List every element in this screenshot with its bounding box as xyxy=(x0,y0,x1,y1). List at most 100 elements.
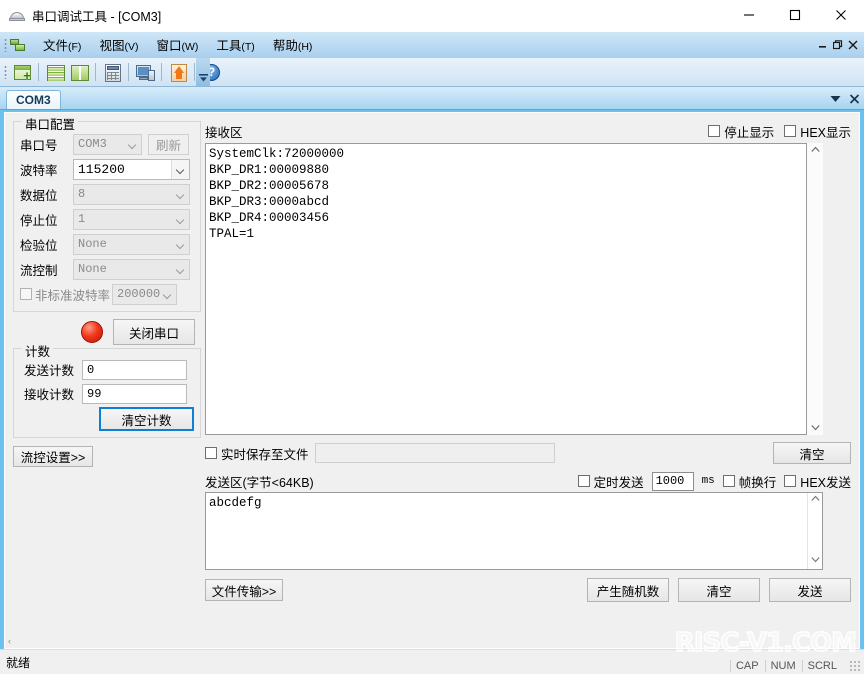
random-data-button[interactable]: 产生随机数 xyxy=(587,578,669,602)
send-textarea[interactable]: abcdefg xyxy=(205,492,823,570)
receive-options: 停止显示 HEX显示 xyxy=(708,122,851,141)
send-header: 发送区(字节<64KB) 定时发送 1000 ms 帧换行 HEX发送 xyxy=(205,470,851,492)
nonstandard-baud-checkbox[interactable] xyxy=(20,288,32,300)
interval-unit-label: ms xyxy=(701,475,715,487)
toolbar-separator xyxy=(128,63,129,81)
scroll-down-icon[interactable] xyxy=(810,423,820,435)
tab-list-dropdown-icon[interactable] xyxy=(830,95,841,106)
clear-counters-button[interactable]: 清空计数 xyxy=(99,407,194,431)
stop-display-checkbox[interactable] xyxy=(708,125,721,137)
send-count-field[interactable]: 0 xyxy=(82,359,187,380)
serial-config-group: 串口配置 串口号 COM3 刷新 波特率 115200 数据位 8 停止位 1 … xyxy=(13,114,201,312)
menu-item-help[interactable]: 帮助(H) xyxy=(264,32,322,58)
refresh-button[interactable]: 刷新 xyxy=(148,133,189,155)
timed-send-option[interactable]: 定时发送 xyxy=(577,472,644,491)
app-menu-icon[interactable] xyxy=(10,37,26,53)
stopbits-label: 停止位 xyxy=(20,213,58,228)
receive-scrollbar[interactable] xyxy=(807,143,823,435)
window-controls xyxy=(726,0,864,30)
stopbits-select[interactable]: 1 xyxy=(73,208,190,230)
hex-send-checkbox[interactable] xyxy=(784,475,797,487)
parity-select[interactable]: None xyxy=(73,233,190,255)
flow-settings-button[interactable]: 流控设置>> xyxy=(13,446,93,467)
send-button[interactable]: 发送 xyxy=(769,578,851,602)
toolbar-overflow-button[interactable] xyxy=(196,58,210,86)
scroll-left-icon[interactable]: ‹ xyxy=(5,636,14,646)
chevron-down-icon xyxy=(172,185,189,204)
tab-close-icon[interactable] xyxy=(849,94,860,107)
recv-count-label: 接收计数 xyxy=(24,388,75,402)
nonstandard-baud-select[interactable]: 200000 xyxy=(112,283,178,305)
calculator-icon[interactable] xyxy=(101,61,123,83)
scroll-up-icon[interactable] xyxy=(810,143,820,155)
flowcontrol-select[interactable]: None xyxy=(73,258,190,280)
resize-grip[interactable] xyxy=(849,660,861,672)
baudrate-label: 波特率 xyxy=(20,163,58,178)
tab-bar-controls xyxy=(830,94,860,107)
scroll-right-icon[interactable]: › xyxy=(850,636,859,646)
receive-line: SystemClk:72000000 xyxy=(209,147,345,161)
send-scrollbar[interactable] xyxy=(807,493,822,569)
save-path-input[interactable] xyxy=(314,443,555,463)
application-window: 串口调试工具 - [COM3] 文件(F) 视图(V) 窗口(W) 工具(T) … xyxy=(0,0,864,674)
minimize-button[interactable] xyxy=(726,0,772,30)
databits-select[interactable]: 8 xyxy=(73,183,190,205)
menu-item-view[interactable]: 视图(V) xyxy=(90,32,147,58)
chevron-down-icon xyxy=(171,159,189,179)
hex-display-option[interactable]: HEX显示 xyxy=(784,122,851,141)
mdi-minimize-button[interactable] xyxy=(815,35,830,55)
nonstandard-baud-label: 非标准波特率 xyxy=(35,288,111,303)
maximize-button[interactable] xyxy=(772,0,818,30)
chevron-down-icon xyxy=(172,210,189,229)
frame-newline-label: 帧换行 xyxy=(738,475,777,490)
baudrate-select[interactable]: 115200 xyxy=(73,158,190,180)
stop-display-option[interactable]: 停止显示 xyxy=(708,122,774,141)
port-select[interactable]: COM3 xyxy=(73,133,142,155)
window-title: 串口调试工具 - [COM3] xyxy=(32,9,162,24)
scroll-up-icon[interactable] xyxy=(810,493,820,508)
send-count-label: 发送计数 xyxy=(24,364,75,378)
toolbar-drag-grip[interactable] xyxy=(4,65,7,79)
mdi-client-area: 串口配置 串口号 COM3 刷新 波特率 115200 数据位 8 停止位 1 … xyxy=(0,110,864,649)
status-message: 就绪 xyxy=(6,655,31,670)
chevron-down-icon xyxy=(172,235,189,254)
toolbar-separator xyxy=(194,63,195,81)
mdi-horizontal-scrollbar[interactable]: ‹ › xyxy=(4,634,860,649)
chevron-down-icon xyxy=(159,285,176,304)
save-to-file-checkbox[interactable] xyxy=(205,447,217,459)
monitor-icon[interactable] xyxy=(134,61,156,83)
menu-item-tools[interactable]: 工具(T) xyxy=(207,32,263,58)
close-button[interactable] xyxy=(818,0,864,30)
frame-newline-checkbox[interactable] xyxy=(722,475,735,487)
scroll-down-icon[interactable] xyxy=(810,554,820,569)
parity-label: 检验位 xyxy=(20,238,58,253)
tab-com3[interactable]: COM3 xyxy=(6,90,61,109)
toolbar-separator xyxy=(161,63,162,81)
receive-line: BKP_DR2:00005678 xyxy=(209,179,330,193)
tile-horizontal-icon[interactable] xyxy=(44,61,66,83)
tile-vertical-icon[interactable] xyxy=(68,61,90,83)
frame-newline-option[interactable]: 帧换行 xyxy=(722,472,777,491)
receive-line: BKP_DR4:00003456 xyxy=(209,211,330,225)
clear-send-button[interactable]: 清空 xyxy=(678,578,760,602)
hex-send-label: HEX发送 xyxy=(800,475,851,490)
mdi-close-button[interactable] xyxy=(845,35,860,55)
receive-textarea[interactable]: SystemClk:72000000 BKP_DR1:00009880 BKP_… xyxy=(205,143,807,435)
hex-display-checkbox[interactable] xyxy=(784,125,797,137)
timed-send-checkbox[interactable] xyxy=(577,475,590,487)
menu-drag-grip[interactable] xyxy=(4,38,7,52)
hex-send-option[interactable]: HEX发送 xyxy=(784,472,851,491)
menu-item-window[interactable]: 窗口(W) xyxy=(147,32,207,58)
mdi-restore-button[interactable] xyxy=(830,35,845,55)
close-port-button[interactable]: 关闭串口 xyxy=(113,319,195,345)
upload-icon[interactable] xyxy=(167,61,189,83)
menu-item-file[interactable]: 文件(F) xyxy=(34,32,90,58)
serial-tool-icon xyxy=(9,7,25,23)
recv-count-field[interactable]: 99 xyxy=(82,383,187,404)
send-interval-input[interactable]: 1000 xyxy=(651,471,694,491)
save-to-file-label: 实时保存至文件 xyxy=(221,447,309,462)
clear-receive-button[interactable]: 清空 xyxy=(773,442,851,464)
file-transfer-button[interactable]: 文件传输>> xyxy=(205,579,283,601)
serial-config-legend: 串口配置 xyxy=(22,114,79,133)
new-window-icon[interactable]: + xyxy=(11,61,33,83)
